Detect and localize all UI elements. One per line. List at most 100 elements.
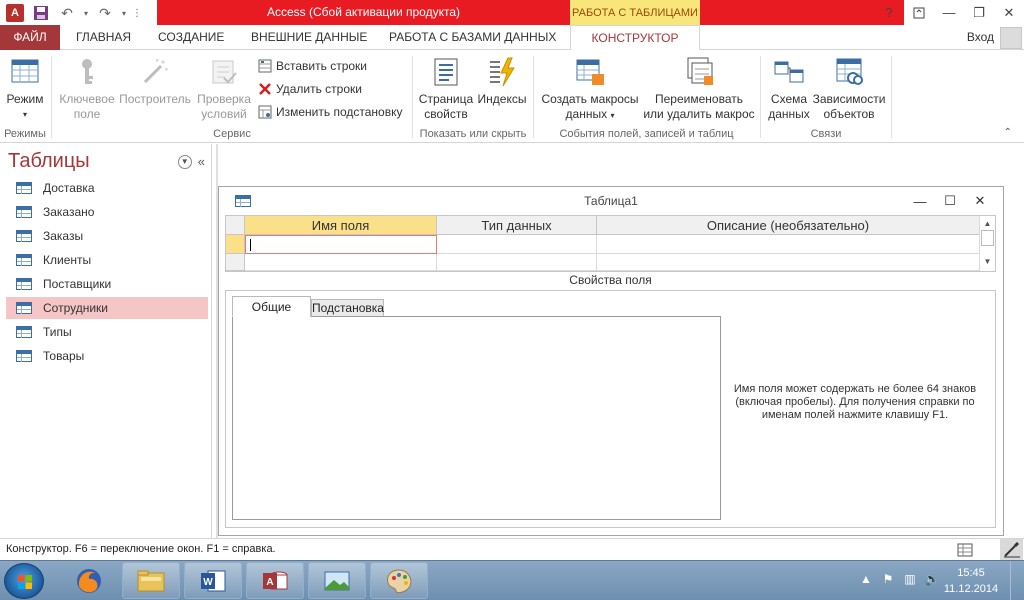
indexes-button[interactable]: Индексы (475, 56, 529, 107)
doc-minimize-button[interactable]: — (905, 191, 935, 211)
create-data-macros-button[interactable]: Создать макросы данных ▾ (538, 56, 642, 123)
field-name-cell[interactable] (245, 254, 437, 271)
doc-close-button[interactable]: ✕ (965, 191, 995, 211)
image-viewer-icon (324, 571, 350, 590)
nav-item-postavshchiki[interactable]: Поставщики (6, 273, 208, 295)
taskbar-clock[interactable]: 15:45 11.12.2014 (940, 565, 1002, 597)
action-center-flag-icon[interactable]: ⚑ (880, 571, 896, 587)
collapse-ribbon-icon[interactable]: ⌃ (1004, 127, 1012, 138)
show-hidden-icons-icon[interactable]: ▲ (858, 571, 874, 587)
nav-item-zakazano[interactable]: Заказано (6, 201, 208, 223)
modify-lookup-icon (258, 105, 272, 119)
access-app-icon[interactable]: A (4, 3, 26, 23)
redo-icon[interactable]: ↷ (94, 3, 116, 23)
column-header-field-name[interactable]: Имя поля (245, 216, 437, 235)
create-macro-icon (574, 56, 606, 88)
restore-button[interactable]: ❐ (964, 0, 994, 25)
object-dependencies-button[interactable]: Зависимости объектов (811, 56, 887, 122)
primary-key-button[interactable]: Ключевое поле (56, 56, 118, 122)
nav-item-dostavka[interactable]: Доставка (6, 177, 208, 199)
table-icon (16, 302, 32, 314)
undo-dropdown-icon[interactable]: ▾ (82, 3, 90, 23)
sign-in-link[interactable]: Вход (967, 25, 994, 50)
nav-pane-title[interactable]: Таблицы (8, 150, 90, 173)
clock-time: 15:45 (957, 567, 985, 579)
builder-button[interactable]: Построитель (118, 56, 192, 107)
taskbar-firefox[interactable] (60, 562, 118, 599)
tab-design[interactable]: КОНСТРУКТОР (570, 25, 700, 51)
delete-rows-icon (258, 82, 272, 96)
nav-item-tipy[interactable]: Типы (6, 321, 208, 343)
taskbar-word[interactable]: W (184, 562, 242, 599)
tab-create[interactable]: СОЗДАНИЕ (146, 25, 236, 50)
lightning-icon (486, 56, 518, 88)
volume-icon[interactable]: 🔈 (924, 571, 940, 587)
insert-rows-icon (258, 59, 272, 73)
tab-home[interactable]: ГЛАВНАЯ (64, 25, 143, 50)
taskbar-paint[interactable] (370, 562, 428, 599)
doc-maximize-button[interactable]: ☐ (935, 191, 965, 211)
nav-item-zakazy[interactable]: Заказы (6, 225, 208, 247)
grid-vertical-scrollbar[interactable]: ▲ ▼ (979, 216, 995, 271)
network-icon[interactable]: ▥ (902, 571, 918, 587)
table-tools-context-label: РАБОТА С ТАБЛИЦАМИ (570, 0, 700, 25)
user-avatar[interactable] (1000, 27, 1022, 49)
rename-delete-macro-button[interactable]: Переименовать или удалить макрос (640, 56, 758, 122)
row-selector[interactable] (226, 235, 245, 254)
table-icon (16, 254, 32, 266)
relationships-button[interactable]: Схема данных (765, 56, 813, 122)
paint-palette-icon (387, 568, 412, 593)
row-selector[interactable] (226, 254, 245, 271)
taskbar-explorer[interactable] (122, 562, 180, 599)
chevron-down-icon: ▾ (22, 110, 27, 119)
tab-general[interactable]: Общие (232, 296, 311, 317)
property-sheet-button[interactable]: Страница свойств (417, 56, 475, 122)
description-cell[interactable] (597, 235, 980, 254)
field-name-input[interactable] (245, 235, 437, 254)
tab-lookup[interactable]: Подстановка (311, 299, 384, 317)
taskbar-access[interactable]: A (246, 562, 304, 599)
description-cell[interactable] (597, 254, 980, 271)
nav-menu-dropdown-icon[interactable]: ▼ (177, 154, 192, 169)
show-desktop-button[interactable] (1010, 561, 1024, 600)
data-type-cell[interactable] (437, 235, 597, 254)
design-view-shortcut-icon[interactable] (1000, 539, 1023, 561)
customize-qat-icon[interactable]: ⋮ (132, 3, 142, 23)
taskbar-photo-viewer[interactable] (308, 562, 366, 599)
rename-macro-icon (683, 56, 715, 88)
modify-lookups-button[interactable]: Изменить подстановку (258, 102, 402, 122)
data-type-cell[interactable] (437, 254, 597, 271)
tab-database-tools[interactable]: РАБОТА С БАЗАМИ ДАННЫХ (377, 25, 568, 50)
redo-dropdown-icon[interactable]: ▾ (120, 3, 128, 23)
window-controls: ? — ❐ ✕ (874, 0, 1024, 25)
column-header-description[interactable]: Описание (необязательно) (597, 216, 980, 235)
close-button[interactable]: ✕ (994, 0, 1024, 25)
magic-wand-icon (139, 56, 171, 88)
save-icon[interactable] (30, 3, 52, 23)
ribbon-display-options-icon[interactable] (904, 0, 934, 25)
scroll-up-icon[interactable]: ▲ (980, 216, 995, 230)
nav-pane-controls: ▼ « (177, 154, 205, 169)
nav-item-klienty[interactable]: Клиенты (6, 249, 208, 271)
undo-icon[interactable]: ↶ (56, 3, 78, 23)
ribbon: Режим ▾ Режимы Ключевое поле Построитель… (0, 50, 1024, 143)
start-button[interactable] (4, 563, 44, 599)
select-all-corner[interactable] (226, 216, 245, 235)
nav-item-sotrudniki[interactable]: Сотрудники (6, 297, 208, 319)
column-header-data-type[interactable]: Тип данных (437, 216, 597, 235)
clock-date: 11.12.2014 (943, 583, 999, 595)
view-button[interactable]: Режим ▾ (2, 56, 48, 122)
help-icon[interactable]: ? (874, 0, 904, 25)
datasheet-view-shortcut-icon[interactable] (956, 541, 974, 559)
scroll-thumb[interactable] (981, 230, 994, 246)
minimize-button[interactable]: — (934, 0, 964, 25)
scroll-down-icon[interactable]: ▼ (980, 254, 995, 268)
word-icon: W (201, 570, 226, 591)
nav-item-tovary[interactable]: Товары (6, 345, 208, 367)
test-validation-rules-button[interactable]: Проверка условий (192, 56, 256, 122)
insert-rows-button[interactable]: Вставить строки (258, 56, 367, 76)
tab-file[interactable]: ФАЙЛ (0, 25, 60, 50)
tab-external-data[interactable]: ВНЕШНИЕ ДАННЫЕ (239, 25, 379, 50)
shutter-bar-close-icon[interactable]: « (198, 154, 205, 169)
delete-rows-button[interactable]: Удалить строки (258, 79, 362, 99)
